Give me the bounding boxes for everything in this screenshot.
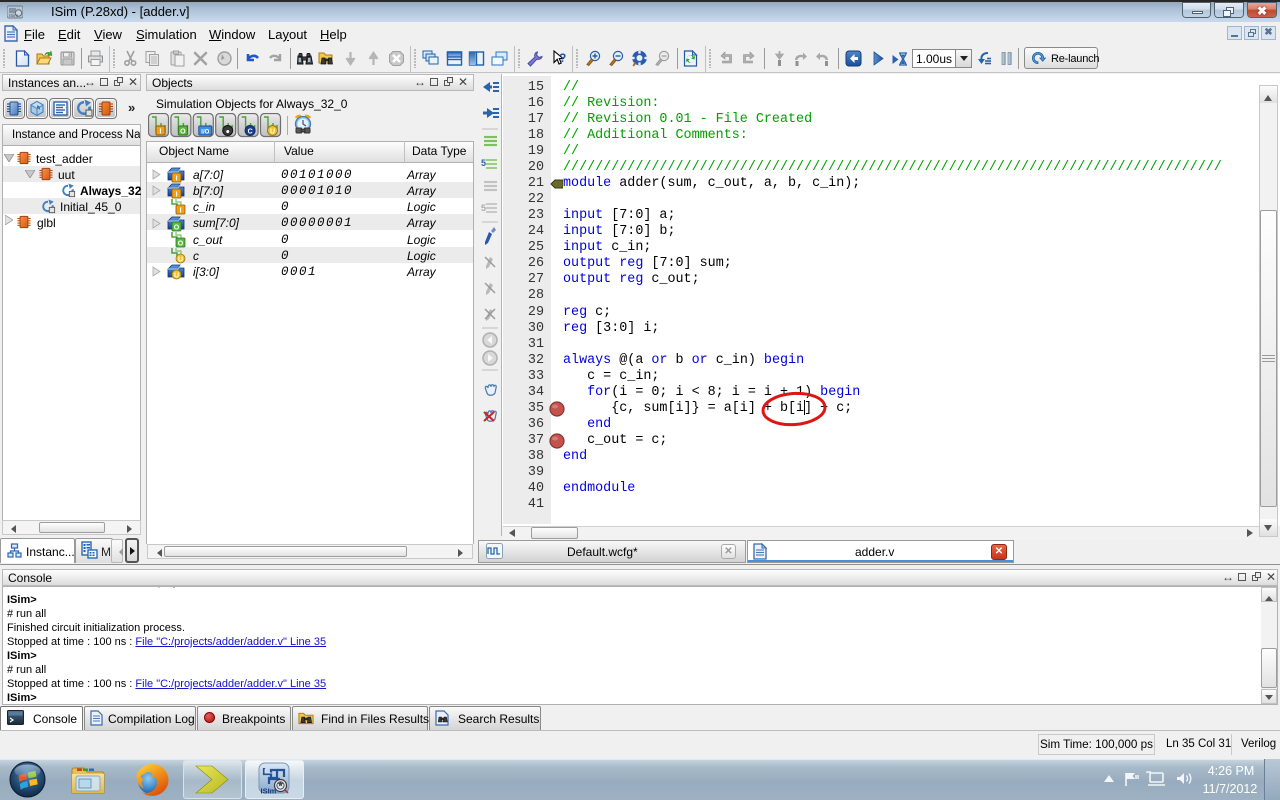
svg-text:?: ? — [559, 51, 566, 65]
svg-text:ISIm: ISIm — [261, 787, 277, 796]
svg-text:5: 5 — [481, 158, 486, 168]
svg-text:5: 5 — [481, 203, 486, 213]
